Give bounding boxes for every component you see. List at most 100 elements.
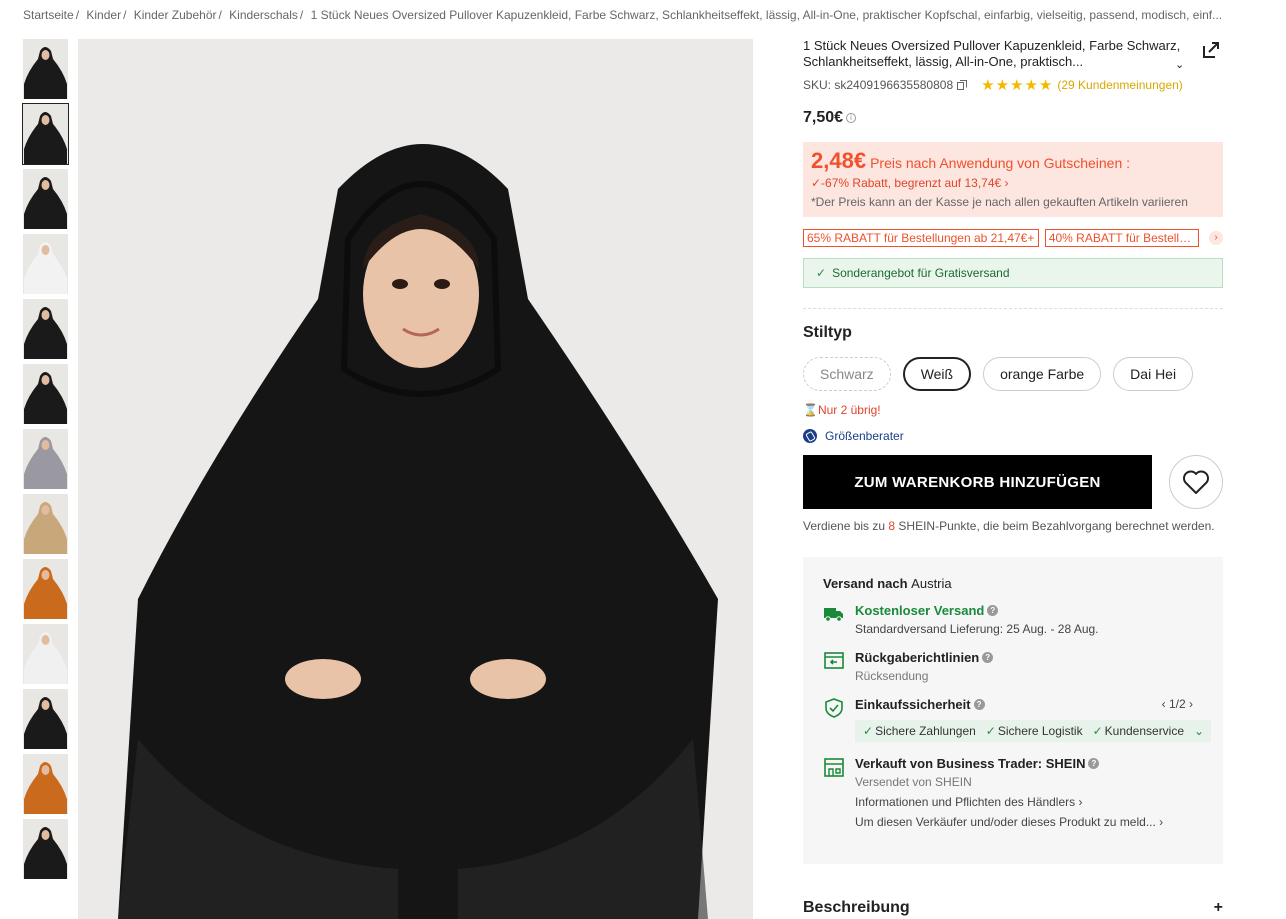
- thumbnail-photo: [23, 429, 68, 489]
- badge-label: Kundenservice: [1104, 724, 1185, 738]
- delivery-estimate: Standardversand Lieferung: 25 Aug. - 28 …: [855, 622, 1099, 636]
- check-icon: ✓: [863, 724, 874, 738]
- shipping-destination[interactable]: Versand nach Austria: [823, 576, 1203, 591]
- shopping-security-title: Einkaufssicherheit: [855, 697, 971, 712]
- breadcrumb-kinder-zubehoer[interactable]: Kinder Zubehör: [134, 8, 217, 22]
- info-icon[interactable]: i: [846, 113, 857, 123]
- main-product-image[interactable]: [78, 39, 753, 919]
- style-option-weiss[interactable]: Weiß: [902, 357, 972, 391]
- shipping-country: Austria: [911, 576, 952, 591]
- free-shipping-banner: ✓ Sonderangebot für Gratisversand: [803, 258, 1223, 288]
- thumbnail-photo: [23, 819, 68, 879]
- thumbnail-photo: [23, 104, 68, 164]
- promo-tags: 65% RABATT für Bestellungen ab 21,47€+ 4…: [803, 229, 1223, 247]
- coupon-box: 2,48€ Preis nach Anwendung von Gutschein…: [803, 142, 1223, 217]
- thumbnail-image[interactable]: [23, 754, 68, 814]
- check-icon: ✓: [816, 266, 827, 280]
- wishlist-button[interactable]: [1169, 455, 1223, 509]
- breadcrumb-kinder[interactable]: Kinder: [86, 8, 121, 22]
- thumbnail-photo: [23, 494, 68, 554]
- size-advisor-link[interactable]: Größenberater: [803, 429, 1223, 443]
- coupon-price: 2,48€: [811, 148, 867, 173]
- security-pager[interactable]: ‹ 1/2 ›: [1162, 697, 1193, 711]
- free-shipping-text: Sonderangebot für Gratisversand: [832, 266, 1010, 280]
- thumbnail-image[interactable]: [23, 624, 68, 684]
- thumbnail-image[interactable]: [23, 39, 68, 99]
- points-info: Verdiene bis zu 8 SHEIN-Punkte, die beim…: [803, 519, 1223, 533]
- thumbnail-image[interactable]: [23, 299, 68, 359]
- badge-label: Sichere Logistik: [997, 724, 1083, 738]
- description-label: Beschreibung: [803, 899, 910, 916]
- free-shipping-row: Kostenloser Versand? Standardversand Lie…: [823, 603, 1203, 636]
- truck-icon: [824, 608, 843, 622]
- thumbnail-photo: [23, 559, 68, 619]
- cart-row: ZUM WARENKORB HINZUFÜGEN: [803, 455, 1223, 509]
- thumbnail-image[interactable]: [23, 494, 68, 554]
- thumbnail-photo: [23, 234, 68, 294]
- help-icon[interactable]: ?: [982, 652, 994, 663]
- copy-icon[interactable]: [957, 80, 968, 90]
- free-shipping-title: Kostenloser Versand: [855, 603, 985, 618]
- breadcrumb-kinderschals[interactable]: Kinderschals: [229, 8, 298, 22]
- thumbnail-image[interactable]: [22, 103, 69, 165]
- chevron-down-icon[interactable]: ⌄: [1175, 58, 1184, 71]
- thumbnail-photo: [23, 39, 68, 99]
- thumbnail-image[interactable]: [23, 429, 68, 489]
- badge-secure-logistics: ✓ Sichere Logistik: [986, 724, 1083, 738]
- product-title: 1 Stück Neues Oversized Pullover Kapuzen…: [803, 38, 1181, 69]
- report-link[interactable]: Um diesen Verkäufer und/oder dieses Prod…: [855, 815, 1163, 829]
- promo-tag-65[interactable]: 65% RABATT für Bestellungen ab 21,47€+: [803, 229, 1039, 247]
- points-prefix: Verdiene bis zu: [803, 519, 889, 533]
- plus-icon[interactable]: +: [1214, 899, 1223, 917]
- thumbnail-photo: [23, 624, 68, 684]
- shipping-panel: Versand nach Austria Kostenloser Versand…: [803, 557, 1223, 864]
- thumbnail-photo: [23, 754, 68, 814]
- seller-title: Verkauft von Business Trader: SHEIN: [855, 756, 1086, 771]
- thumbnail-strip: [22, 39, 69, 884]
- return-icon: [824, 652, 844, 669]
- size-advisor-label: Größenberater: [825, 429, 904, 443]
- seller-row: Verkauft von Business Trader: SHEIN? Ver…: [823, 756, 1203, 829]
- store-icon: [824, 758, 844, 777]
- coupon-text: Preis nach Anwendung von Gutscheinen :: [870, 155, 1131, 171]
- thumbnail-image[interactable]: [23, 234, 68, 294]
- check-icon: ✓: [985, 724, 996, 738]
- price-row: 7,50€ i: [803, 109, 1223, 127]
- thumbnail-image[interactable]: [23, 559, 68, 619]
- thumbnail-photo: [23, 299, 68, 359]
- breadcrumb: Startseite / Kinder / Kinder Zubehör / Kind…: [23, 8, 1223, 22]
- seller-info-link[interactable]: Informationen und Pflichten des Händlers…: [855, 795, 1163, 809]
- coupon-note: *Der Preis kann an der Kasse je nach all…: [811, 195, 1188, 209]
- breadcrumb-home[interactable]: Startseite: [23, 8, 74, 22]
- thumbnail-image[interactable]: [23, 689, 68, 749]
- style-options: Schwarz Weiß orange Farbe Dai Hei: [803, 357, 1223, 391]
- thumbnail-image[interactable]: [23, 819, 68, 879]
- help-icon[interactable]: ?: [1088, 758, 1100, 769]
- coupon-discount[interactable]: ✓-67% Rabatt, begrenzt auf 13,74€ ›: [811, 176, 1215, 190]
- thumbnail-photo: [23, 169, 68, 229]
- thumbnail-image[interactable]: [23, 169, 68, 229]
- thumbnail-image[interactable]: [23, 364, 68, 424]
- badge-label: Sichere Zahlungen: [875, 724, 976, 738]
- help-icon[interactable]: ?: [973, 699, 985, 710]
- style-option-orange[interactable]: orange Farbe: [983, 357, 1102, 391]
- expand-badges-icon[interactable]: ⌄: [1194, 724, 1204, 738]
- share-icon[interactable]: [1201, 40, 1221, 60]
- style-option-schwarz[interactable]: Schwarz: [803, 357, 891, 391]
- description-header[interactable]: Beschreibung +: [803, 899, 1223, 917]
- thumbnail-photo: [23, 364, 68, 424]
- security-badges: ✓ Sichere Zahlungen ✓ Sichere Logistik ✓ Ku…: [855, 720, 1211, 742]
- chevron-right-icon[interactable]: ›: [1209, 231, 1223, 245]
- help-icon[interactable]: ?: [987, 605, 999, 616]
- promo-tag-40[interactable]: 40% RABATT für Bestellungen ab ...: [1044, 229, 1200, 247]
- add-to-cart-button[interactable]: ZUM WARENKORB HINZUFÜGEN: [803, 455, 1152, 509]
- title-row: 1 Stück Neues Oversized Pullover Kapuzen…: [803, 38, 1223, 71]
- style-option-dai-hei[interactable]: Dai Hei: [1113, 357, 1194, 391]
- reviews-link[interactable]: (29 Kundenmeinungen): [1057, 78, 1182, 92]
- divider: [803, 308, 1223, 309]
- return-policy-sub: Rücksendung: [855, 669, 929, 683]
- check-icon: ✓: [1092, 724, 1103, 738]
- heart-icon: [1183, 470, 1209, 494]
- size-advisor-icon: [803, 429, 817, 443]
- return-policy-title[interactable]: Rückgaberichtlinien: [855, 650, 979, 665]
